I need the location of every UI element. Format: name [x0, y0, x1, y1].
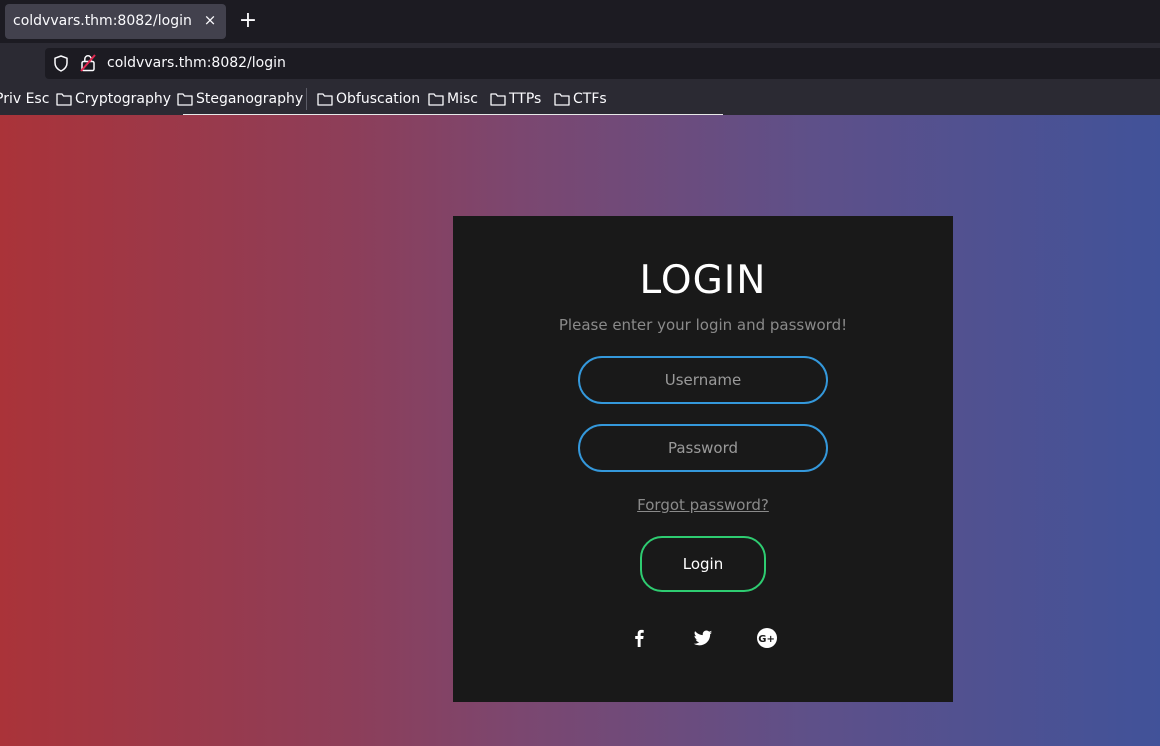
login-card: LOGIN Please enter your login and passwo… [453, 216, 953, 702]
bookmark-folder-ctfs[interactable]: CTFs [554, 90, 607, 108]
bookmark-priv-esc[interactable]: Priv Esc [0, 90, 49, 108]
insecure-lock-icon[interactable] [80, 54, 96, 72]
username-input[interactable] [578, 356, 828, 404]
bookmark-folder-obfuscation[interactable]: Obfuscation [317, 90, 420, 108]
bookmark-label: Cryptography [75, 91, 172, 107]
shield-icon[interactable] [53, 55, 69, 72]
folder-icon [554, 93, 570, 106]
password-input[interactable] [578, 424, 828, 472]
tab-title: coldvvars.thm:8082/login [13, 13, 192, 29]
address-bar[interactable]: coldvvars.thm:8082/login [45, 48, 1160, 79]
url-text: coldvvars.thm:8082/login [107, 55, 286, 71]
bookmark-label: Misc [447, 91, 478, 107]
login-subtitle: Please enter your login and password! [558, 316, 848, 334]
facebook-icon[interactable] [628, 627, 650, 649]
page-title: LOGIN [639, 258, 767, 303]
bookmark-label: Priv Esc [0, 91, 50, 107]
bookmark-folder-cryptography[interactable]: Cryptography [56, 90, 171, 108]
bookmark-folder-steganography[interactable]: Steganography [177, 90, 303, 108]
new-tab-button[interactable]: + [236, 8, 260, 34]
forgot-password-link[interactable]: Forgot password? [453, 496, 953, 514]
svg-text:G+: G+ [758, 634, 775, 645]
bookmark-label: Obfuscation [336, 91, 421, 107]
twitter-icon[interactable] [692, 627, 714, 649]
bookmarks-toolbar: Priv Esc Cryptography Steganography Obfu… [0, 83, 1160, 115]
login-button[interactable]: Login [640, 536, 766, 592]
bookmark-label: CTFs [573, 91, 607, 107]
folder-icon [177, 93, 193, 106]
bookmark-label: TTPs [509, 91, 542, 107]
bookmark-separator [306, 88, 307, 110]
bookmark-folder-ttps[interactable]: TTPs [490, 90, 541, 108]
folder-icon [490, 93, 506, 106]
bookmark-label: Steganography [196, 91, 304, 107]
google-plus-icon[interactable]: G+ [756, 627, 778, 649]
page-background: LOGIN Please enter your login and passwo… [0, 115, 1160, 746]
tab-strip: coldvvars.thm:8082/login × + [0, 0, 1160, 43]
browser-tab[interactable]: coldvvars.thm:8082/login × [5, 4, 226, 39]
close-tab-icon[interactable]: × [201, 10, 219, 30]
bookmark-folder-misc[interactable]: Misc [428, 90, 478, 108]
folder-icon [428, 93, 444, 106]
folder-icon [317, 93, 333, 106]
navigation-toolbar: coldvvars.thm:8082/login [0, 43, 1160, 83]
folder-icon [56, 93, 72, 106]
